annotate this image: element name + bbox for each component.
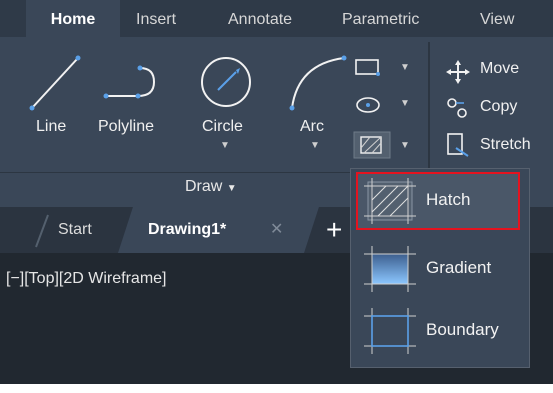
close-icon[interactable]: ✕	[270, 207, 283, 253]
polyline-tool-label[interactable]: Polyline	[98, 118, 154, 136]
stretch-tool-label[interactable]: Stretch	[480, 136, 531, 154]
chevron-down-icon[interactable]: ▼	[310, 140, 320, 151]
tab-parametric[interactable]: Parametric	[342, 0, 419, 37]
menu-item-label: Boundary	[426, 320, 499, 339]
hatch-icon	[364, 178, 416, 224]
chevron-down-icon: ▼	[226, 183, 237, 194]
menu-item-boundary[interactable]: Boundary	[356, 302, 520, 360]
move-tool-label[interactable]: Move	[480, 60, 519, 78]
tab-annotate[interactable]: Annotate	[228, 0, 292, 37]
polyline-icon[interactable]	[100, 60, 170, 110]
stretch-icon[interactable]	[444, 130, 472, 160]
ribbon-tab-bar: Home Insert Annotate Parametric View	[0, 0, 553, 37]
copy-tool-label[interactable]: Copy	[480, 98, 517, 116]
viewport-controls[interactable]: [−][Top][2D Wireframe]	[6, 270, 167, 288]
arc-tool-label[interactable]: Arc	[300, 118, 324, 136]
chevron-down-icon[interactable]: ▼	[400, 98, 410, 109]
copy-icon[interactable]	[444, 95, 472, 121]
ribbon-divider	[428, 42, 430, 172]
plus-icon[interactable]: +	[326, 207, 342, 253]
drawing-tab[interactable]: Drawing1*	[148, 207, 226, 253]
draw-panel-title[interactable]: Draw ▼	[185, 178, 237, 196]
boundary-icon	[364, 308, 416, 354]
start-tab[interactable]: Start	[48, 207, 130, 253]
move-icon[interactable]	[446, 60, 470, 84]
tab-view[interactable]: View	[480, 0, 514, 37]
gradient-icon	[364, 246, 416, 292]
menu-item-label: Hatch	[426, 190, 471, 209]
line-tool-label[interactable]: Line	[36, 118, 66, 136]
line-icon[interactable]	[18, 50, 98, 120]
chevron-down-icon[interactable]: ▼	[220, 140, 230, 151]
circle-tool-label[interactable]: Circle	[202, 118, 243, 136]
menu-item-gradient[interactable]: Gradient	[356, 240, 520, 298]
hatch-icon[interactable]	[352, 130, 392, 160]
menu-item-hatch[interactable]: Hatch	[356, 172, 520, 230]
rectangle-icon[interactable]	[352, 56, 392, 80]
chevron-down-icon[interactable]: ▼	[400, 62, 410, 73]
tab-insert[interactable]: Insert	[136, 0, 176, 37]
chevron-down-icon[interactable]: ▼	[400, 140, 410, 151]
autocad-window: Home Insert Annotate Parametric View Lin…	[0, 0, 553, 393]
draw-panel-title-text: Draw	[185, 178, 223, 195]
ellipse-icon[interactable]	[352, 92, 392, 118]
arc-icon[interactable]	[280, 54, 350, 114]
tab-home[interactable]: Home	[26, 0, 120, 37]
circle-icon[interactable]	[196, 52, 256, 112]
menu-item-label: Gradient	[426, 258, 492, 277]
